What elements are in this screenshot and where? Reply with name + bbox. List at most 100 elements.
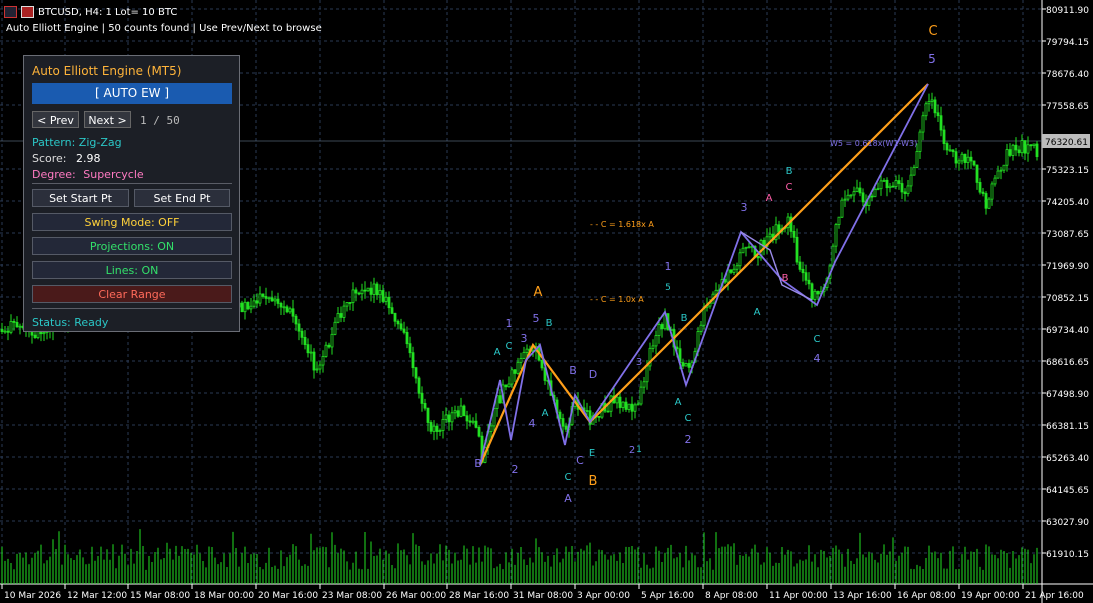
- wave-label: A: [542, 408, 549, 419]
- candle-body: [387, 296, 391, 309]
- candle-body: [381, 290, 385, 302]
- candle-body: [633, 404, 637, 412]
- auto-ew-button[interactable]: [ AUTO EW ]: [32, 83, 232, 104]
- wave-label: A: [564, 492, 572, 505]
- candle-body: [423, 403, 427, 409]
- clear-range-button[interactable]: Clear Range: [32, 285, 232, 303]
- candle-body: [945, 143, 949, 151]
- price-tick-label: 68616.65: [1046, 358, 1089, 368]
- time-tick-label: 3 Apr 00:00: [577, 591, 630, 601]
- candle-body: [741, 247, 745, 254]
- candle-body: [504, 384, 508, 388]
- candle-body: [357, 292, 361, 295]
- candle-body: [744, 246, 748, 249]
- wave-label: 3: [741, 201, 748, 214]
- set-start-button[interactable]: Set Start Pt: [32, 189, 129, 207]
- wave-label: A: [534, 285, 543, 300]
- candle-body: [6, 330, 10, 333]
- candle-body: [273, 298, 277, 302]
- candle-body: [453, 410, 457, 414]
- candle-body: [285, 306, 289, 313]
- candle-body: [999, 169, 1003, 172]
- candle-body: [810, 283, 814, 300]
- time-tick-label: 5 Apr 16:00: [641, 591, 694, 601]
- candle-body: [747, 246, 751, 249]
- candle-body: [972, 160, 976, 166]
- candle-body: [279, 303, 283, 308]
- candle-body: [0, 329, 4, 332]
- candle-body: [324, 344, 328, 357]
- candle-body: [1005, 149, 1009, 166]
- next-button[interactable]: Next >: [84, 111, 131, 128]
- candle-body: [375, 283, 379, 296]
- projections-toggle[interactable]: Projections: ON: [32, 237, 232, 255]
- panel-divider-2: [32, 308, 232, 309]
- candle-body: [360, 289, 364, 295]
- set-end-button[interactable]: Set End Pt: [134, 189, 230, 207]
- candle-body: [366, 287, 370, 292]
- candle-body: [390, 307, 394, 314]
- candle-body: [291, 308, 295, 317]
- candle-body: [756, 256, 760, 259]
- candle-body: [300, 330, 304, 338]
- candle-body: [321, 356, 325, 366]
- candle-body: [9, 320, 13, 333]
- candle-body: [372, 283, 376, 295]
- candle-body: [930, 99, 934, 102]
- time-tick-label: 26 Mar 00:00: [386, 591, 446, 601]
- candle-body: [621, 401, 625, 408]
- candle-body: [327, 344, 331, 348]
- candle-body: [933, 99, 937, 114]
- candle-body: [498, 395, 502, 404]
- candle-body: [1008, 149, 1012, 156]
- candle-body: [609, 395, 613, 412]
- wave-label: B: [546, 318, 553, 329]
- degree-row: Degree: Supercycle: [32, 168, 144, 181]
- candle-body: [846, 194, 850, 200]
- price-tick-label: 64145.65: [1046, 486, 1089, 496]
- candle-body: [540, 359, 544, 369]
- wave-label: 5: [928, 52, 936, 66]
- score-row: Score: 2.98: [32, 152, 101, 165]
- candle-body: [1029, 144, 1033, 147]
- candle-body: [915, 151, 919, 168]
- candle-body: [396, 320, 400, 325]
- candle-body: [510, 369, 514, 385]
- candle-body: [339, 313, 343, 318]
- wave-label: B: [589, 474, 598, 489]
- candle-body: [318, 364, 322, 370]
- candle-body: [585, 410, 589, 412]
- price-tick-label: 75323.15: [1046, 166, 1089, 176]
- candle-body: [1035, 143, 1039, 158]
- candle-body: [558, 411, 562, 419]
- time-tick-label: 28 Mar 16:00: [449, 591, 509, 601]
- candle-body: [561, 418, 565, 427]
- candle-body: [384, 296, 388, 302]
- candle-body: [441, 418, 445, 431]
- candle-body: [252, 300, 256, 307]
- candle-body: [297, 323, 301, 332]
- prev-button[interactable]: < Prev: [32, 111, 79, 128]
- wave-label: 4: [814, 352, 821, 365]
- candle-body: [729, 269, 733, 273]
- current-price-label: 76320.61: [1045, 138, 1088, 148]
- projection-label-10: - - C = 1.0x A: [590, 295, 644, 304]
- swing-mode-toggle[interactable]: Swing Mode: OFF: [32, 213, 232, 231]
- candle-body: [882, 179, 886, 182]
- time-tick-label: 20 Mar 16:00: [258, 591, 318, 601]
- candle-body: [525, 348, 529, 353]
- candle-body: [681, 362, 685, 367]
- wave-label: A: [766, 193, 773, 204]
- candle-body: [792, 230, 796, 238]
- lines-toggle[interactable]: Lines: ON: [32, 261, 232, 279]
- candle-body: [918, 131, 922, 152]
- candle-body: [624, 401, 628, 410]
- candle-body: [957, 160, 961, 164]
- time-tick-label: 16 Apr 08:00: [897, 591, 956, 601]
- candle-body: [960, 153, 964, 162]
- time-tick-label: 21 Apr 16:00: [1025, 591, 1084, 601]
- candle-body: [378, 290, 382, 296]
- candle-body: [429, 422, 433, 432]
- wave-label: B: [782, 273, 789, 284]
- candle-body: [801, 268, 805, 274]
